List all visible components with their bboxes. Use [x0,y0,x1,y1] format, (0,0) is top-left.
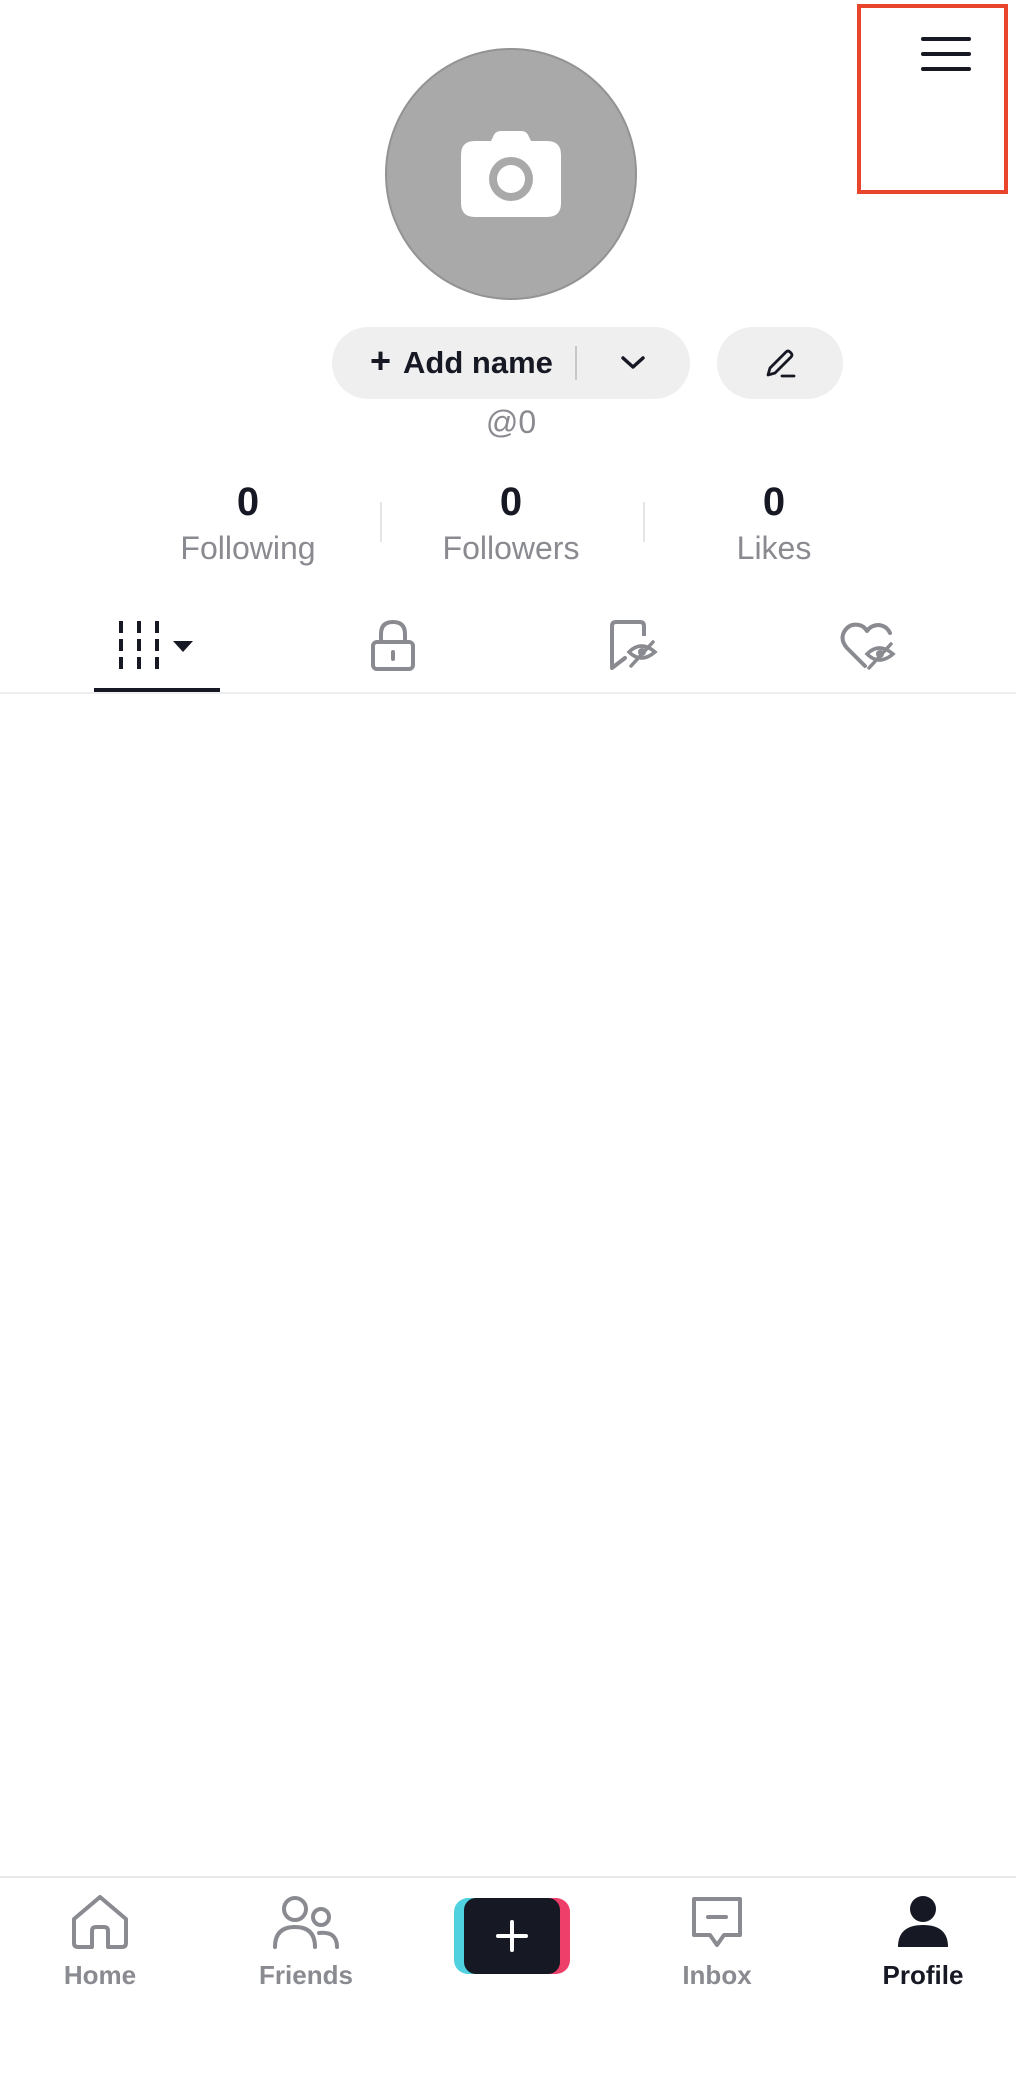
nav-profile[interactable]: Profile [848,1888,998,1998]
tabs-divider [0,692,1016,694]
nav-inbox[interactable]: Inbox [642,1888,792,1998]
followers-label: Followers [442,530,580,566]
heart-hidden-icon [840,622,896,670]
profile-icon [898,1896,948,1947]
camera-icon [461,131,561,217]
bottom-nav-divider [0,1876,1016,1878]
following-stat[interactable]: 0 Following [118,478,378,570]
likes-stat[interactable]: 0 Likes [644,478,904,570]
hamburger-menu-icon [921,37,971,71]
edit-profile-button[interactable] [717,327,843,399]
following-label: Following [180,530,316,566]
avatar[interactable] [385,48,637,300]
videos-grid-icon [119,621,193,669]
tab-liked[interactable] [805,600,931,690]
pencil-icon [766,349,796,378]
plus-icon: + [370,340,392,381]
create-button-core [464,1898,560,1974]
create-button[interactable] [454,1898,570,1974]
inbox-icon [692,1897,742,1947]
add-name-label: Add name [403,345,553,380]
home-icon [72,1895,128,1949]
nav-friends-label: Friends [259,1960,353,1990]
followers-count: 0 [499,480,523,524]
add-name-button[interactable]: + Add name [332,327,575,399]
nav-home[interactable]: Home [25,1888,175,1998]
username: @0 [485,404,537,440]
chevron-down-icon [621,356,646,369]
nav-inbox-label: Inbox [682,1960,752,1990]
tab-saved[interactable] [570,600,696,690]
lock-icon [371,619,415,671]
nav-home-label: Home [63,1960,137,1990]
following-count: 0 [236,480,260,524]
nav-friends[interactable]: Friends [231,1888,381,1998]
account-switch-button[interactable] [577,327,690,399]
friends-icon [273,1896,339,1949]
likes-label: Likes [736,530,812,566]
plus-icon [496,1920,528,1952]
tab-private[interactable] [330,600,456,690]
menu-button[interactable] [915,28,977,80]
nav-profile-label: Profile [882,1960,964,1990]
tab-videos[interactable] [94,600,220,690]
followers-stat[interactable]: 0 Followers [381,478,641,570]
add-name-pill: + Add name [332,327,690,399]
likes-count: 0 [762,480,786,524]
bookmark-hidden-icon [610,620,658,670]
